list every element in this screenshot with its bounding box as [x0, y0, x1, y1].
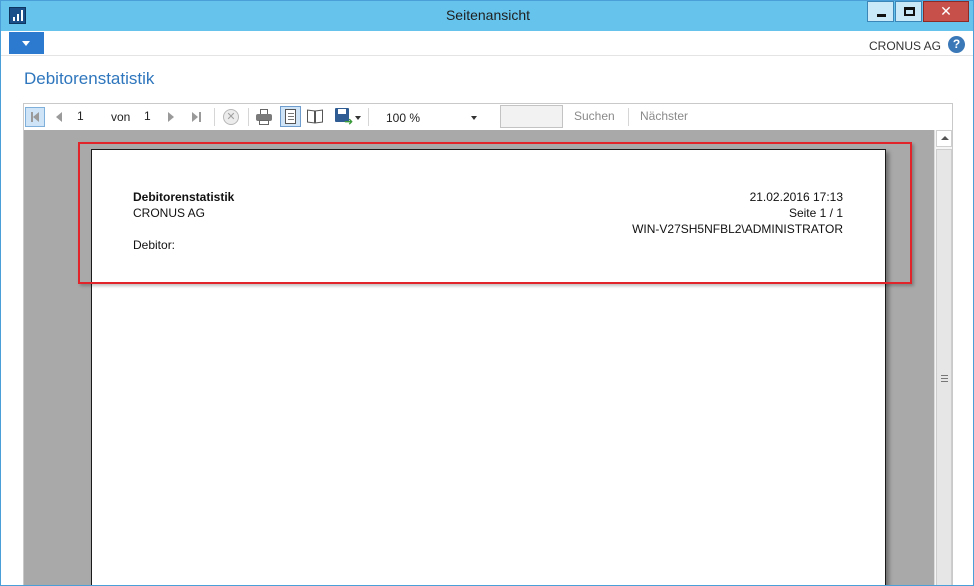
company-name: CRONUS AG	[868, 39, 941, 53]
vertical-scrollbar[interactable]	[934, 130, 952, 585]
next-page-button[interactable]	[168, 112, 174, 122]
current-page-field[interactable]: 1	[77, 109, 101, 123]
print-layout-icon[interactable]	[280, 106, 301, 127]
scroll-thumb[interactable]	[936, 149, 952, 585]
grip-icon	[941, 375, 948, 376]
toolbar-separator	[368, 108, 369, 126]
title-bar: Seitenansicht ✕	[1, 1, 973, 31]
window-title: Seitenansicht	[445, 7, 531, 23]
minimize-icon	[877, 14, 886, 17]
toolbar-separator	[628, 108, 629, 126]
find-next-button[interactable]: Nächster	[640, 109, 688, 123]
toolbar-separator	[214, 108, 215, 126]
report-viewer: 1 von 1 ✕ ➜ 100 % Suchen Nächster Debito…	[23, 103, 953, 585]
export-dropdown-icon[interactable]	[355, 116, 361, 120]
zoom-value: 100 %	[386, 111, 421, 125]
search-button[interactable]: Suchen	[574, 109, 615, 123]
ribbon-strip: CRONUS AG ?	[1, 31, 973, 56]
page-preview-window: Seitenansicht ✕ CRONUS AG ? Debitorensta…	[0, 0, 974, 586]
page-title: Debitorenstatistik	[24, 69, 155, 88]
report-toolbar: 1 von 1 ✕ ➜ 100 % Suchen Nächster	[24, 104, 952, 130]
search-input[interactable]	[500, 105, 563, 128]
toolbar-separator	[248, 108, 249, 126]
zoom-select[interactable]: 100 %	[380, 107, 482, 127]
help-icon[interactable]: ?	[948, 36, 965, 53]
chevron-down-icon	[471, 116, 477, 120]
grip-icon	[941, 381, 948, 382]
previous-page-button[interactable]	[56, 112, 62, 122]
close-button[interactable]: ✕	[923, 1, 969, 22]
print-icon[interactable]	[256, 109, 272, 125]
total-pages: 1	[144, 109, 151, 123]
report-canvas: Debitorenstatistik CRONUS AG Debitor: 21…	[24, 130, 934, 585]
maximize-button[interactable]	[895, 1, 922, 22]
maximize-icon	[904, 7, 915, 16]
page-setup-icon[interactable]	[307, 109, 323, 124]
scroll-up-button[interactable]	[936, 130, 952, 147]
last-page-arrow-icon	[192, 112, 198, 122]
grip-icon	[941, 378, 948, 379]
ribbon-menu-button[interactable]	[9, 32, 44, 54]
close-icon: ✕	[940, 3, 952, 19]
first-page-button[interactable]	[25, 107, 45, 127]
minimize-button[interactable]	[867, 1, 894, 22]
last-page-bar-icon	[199, 112, 201, 122]
stop-button[interactable]: ✕	[223, 109, 239, 125]
highlight-box	[78, 142, 912, 284]
export-arrow-icon: ➜	[344, 116, 354, 128]
chevron-down-icon	[22, 41, 30, 46]
of-label: von	[111, 110, 131, 124]
